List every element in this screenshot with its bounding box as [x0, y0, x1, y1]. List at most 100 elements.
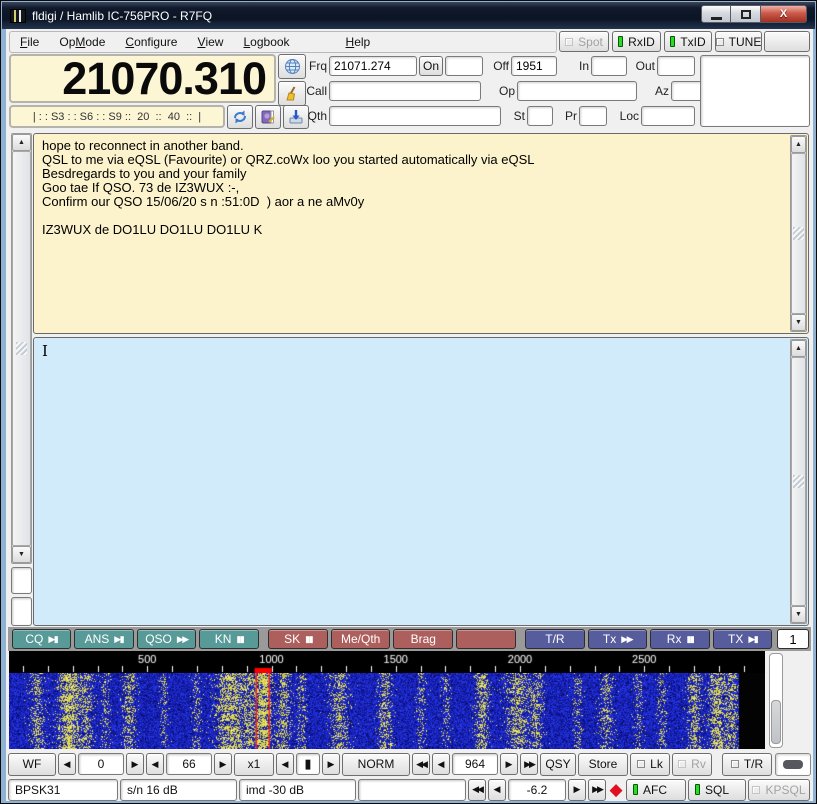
menu-configure[interactable]: Configure: [115, 32, 187, 52]
waterfall-slider-thumb[interactable]: [771, 700, 781, 744]
call-input[interactable]: [329, 81, 481, 101]
maximize-button[interactable]: [731, 5, 761, 23]
title-bar: fldigi / Hamlib IC-756PRO - R7FQ X: [2, 2, 815, 29]
macro-button-ans[interactable]: ANS▶▮: [74, 629, 134, 649]
offset-left-icon[interactable]: ◀: [488, 779, 506, 801]
txrx-button[interactable]: T/R: [722, 753, 772, 776]
ampspan-value[interactable]: 66: [166, 753, 212, 775]
macro-button-qso[interactable]: QSO▶▶: [137, 629, 197, 649]
menu-logbook[interactable]: Logbook: [233, 32, 299, 52]
tx-scrollbar-thumb[interactable]: [791, 357, 806, 606]
txid-button[interactable]: TxID: [664, 31, 712, 52]
rx-scrollbar-thumb[interactable]: [791, 153, 806, 314]
magnify-button[interactable]: x1: [234, 753, 274, 776]
ampspan-right-icon[interactable]: ▶: [214, 753, 232, 775]
store-button[interactable]: Store: [578, 753, 628, 776]
scroll-down-icon[interactable]: ▼: [791, 606, 806, 623]
wf-mode-button[interactable]: WF: [8, 753, 56, 776]
macro-set-number[interactable]: 1: [777, 629, 809, 649]
carrier-right-icon[interactable]: ▶: [500, 753, 518, 775]
menu-op-mode[interactable]: Op Mode: [49, 32, 115, 52]
qth-input[interactable]: [329, 106, 501, 126]
scroll-down-icon[interactable]: ▼: [12, 546, 31, 563]
snr-status: s/n 16 dB: [120, 779, 237, 801]
scroll-up-icon[interactable]: ▲: [791, 136, 806, 153]
menu-file[interactable]: File: [10, 32, 49, 52]
carrier-fast-right-icon[interactable]: ▶▶: [520, 753, 538, 775]
shift-left-icon[interactable]: ◀: [58, 753, 76, 775]
op-label: Op: [491, 84, 515, 98]
lock-button[interactable]: Lk: [630, 753, 670, 776]
carrier-fast-left-icon[interactable]: ◀◀: [412, 753, 430, 775]
offset-right-icon[interactable]: ▶: [568, 779, 586, 801]
macro-button-t-r[interactable]: T/R: [525, 629, 585, 649]
tune-button[interactable]: TUNE: [715, 31, 762, 52]
close-button[interactable]: X: [761, 5, 807, 23]
offset-value[interactable]: -6.2: [508, 779, 566, 801]
loc-input[interactable]: [641, 106, 695, 126]
shift-right-icon[interactable]: ▶: [126, 753, 144, 775]
pr-label: Pr: [559, 109, 577, 123]
macro-button-tx[interactable]: TX▶▮: [713, 629, 773, 649]
macro-button-empty-7[interactable]: [456, 629, 516, 649]
rst-in-input[interactable]: [591, 56, 627, 76]
shift-value[interactable]: 0: [78, 753, 124, 775]
frq-input[interactable]: [329, 56, 417, 76]
waterfall-canvas[interactable]: [9, 673, 765, 749]
logbook-button[interactable]: [255, 105, 281, 129]
macro-button-brag[interactable]: Brag: [393, 629, 453, 649]
rxid-button[interactable]: RxID: [612, 31, 661, 52]
menu-view[interactable]: View: [187, 32, 233, 52]
scroll-up-icon[interactable]: ▲: [791, 340, 806, 357]
macro-button-tx[interactable]: Tx▶▶: [588, 629, 648, 649]
kpsql-button[interactable]: KPSQL: [748, 779, 810, 801]
notes-box[interactable]: [700, 55, 810, 127]
sql-button[interactable]: SQL: [688, 779, 746, 801]
qsy-button[interactable]: QSY: [540, 753, 576, 776]
left-scrollbar-thumb[interactable]: [12, 151, 31, 546]
tx-scrollbar[interactable]: ▲ ▼: [790, 339, 807, 624]
offset-fast-left-icon[interactable]: ◀◀: [468, 779, 486, 801]
scroll-right-icon[interactable]: ▶: [322, 753, 340, 775]
carrier-left-icon[interactable]: ◀: [432, 753, 450, 775]
afc-button[interactable]: AFC: [626, 779, 686, 801]
carrier-value[interactable]: 964: [452, 753, 498, 775]
slider-handle[interactable]: [783, 760, 803, 769]
minimize-button[interactable]: [701, 5, 731, 23]
sql-led-icon: [695, 784, 700, 795]
mode-status[interactable]: BPSK31: [8, 779, 118, 801]
st-input[interactable]: [527, 106, 553, 126]
center-stop-button[interactable]: ▮: [296, 753, 320, 775]
op-input[interactable]: [517, 81, 637, 101]
offset-fast-right-icon[interactable]: ▶▶: [588, 779, 606, 801]
left-scrollbar[interactable]: ▲ ▼: [11, 133, 32, 564]
scroll-up-icon[interactable]: ▲: [12, 134, 31, 151]
macro-button-sk[interactable]: SK▮▮: [268, 629, 328, 649]
scroll-left-icon[interactable]: ◀: [276, 753, 294, 775]
menu-help[interactable]: Help: [336, 32, 381, 52]
tx-panel[interactable]: I ▲ ▼: [33, 337, 809, 626]
pr-input[interactable]: [579, 106, 607, 126]
macro-button-kn[interactable]: KN▮▮: [199, 629, 259, 649]
spot-button[interactable]: Spot: [559, 31, 609, 52]
macro-button-cq[interactable]: CQ▶▮: [12, 629, 72, 649]
off-time-input[interactable]: [511, 56, 557, 76]
clear-fields-button[interactable]: [278, 81, 306, 106]
wf-speed-button[interactable]: NORM: [342, 753, 410, 776]
ampspan-left-icon[interactable]: ◀: [146, 753, 164, 775]
reverse-button[interactable]: Rv: [672, 753, 712, 776]
on-time-input[interactable]: [445, 56, 483, 76]
macro-button-rx[interactable]: Rx▮▮: [650, 629, 710, 649]
spare-button[interactable]: [764, 31, 810, 52]
waterfall-slider[interactable]: [769, 653, 783, 748]
rst-out-input[interactable]: [657, 56, 695, 76]
rx-scrollbar[interactable]: ▲ ▼: [790, 135, 807, 332]
qrz-lookup-button[interactable]: [278, 54, 306, 79]
scroll-down-icon[interactable]: ▼: [791, 314, 806, 331]
on-button[interactable]: On: [419, 56, 443, 76]
sync-button[interactable]: [227, 105, 253, 129]
rx-panel[interactable]: hope to reconnect in another band.QSL to…: [33, 133, 809, 334]
slider-box[interactable]: [775, 753, 811, 776]
macro-button-me-qth[interactable]: Me/Qth: [331, 629, 391, 649]
frequency-display[interactable]: 21070.310: [9, 54, 276, 103]
